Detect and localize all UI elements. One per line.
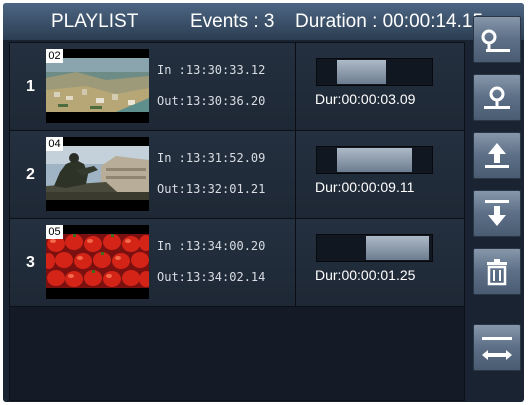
range-fill: [337, 148, 412, 172]
in-timecode: In :13:34:00.20: [157, 239, 266, 253]
total-duration: Duration : 00:00:14.15: [295, 11, 484, 32]
event-thumbnail[interactable]: 04: [46, 137, 149, 211]
event-list: 1 02 In :13:30:33.12 Out:13:30:36.20 Dur…: [9, 42, 465, 401]
event-thumbnail[interactable]: 05: [46, 225, 149, 299]
clip-badge: 04: [46, 137, 63, 151]
column-divider: [295, 219, 296, 306]
set-out-button[interactable]: [473, 74, 521, 121]
event-duration: Dur:00:00:03.09: [315, 91, 416, 107]
events-count: Events : 3: [190, 11, 275, 32]
trim-button[interactable]: [473, 324, 521, 371]
range-fill: [337, 60, 386, 84]
playlist-title: PLAYLIST: [51, 11, 139, 32]
event-number: 3: [26, 254, 35, 271]
move-up-button[interactable]: [473, 132, 521, 179]
event-number: 2: [26, 166, 35, 183]
range-fill: [366, 236, 429, 260]
event-number: 1: [26, 78, 35, 95]
in-timecode: In :13:31:52.09: [157, 151, 266, 165]
clip-badge: 02: [46, 49, 63, 63]
event-row[interactable]: 1 02 In :13:30:33.12 Out:13:30:36.20 Dur…: [10, 43, 464, 131]
set-out-icon: [484, 86, 510, 109]
event-duration: Dur:00:00:09.11: [315, 179, 415, 195]
playlist-header: PLAYLIST Events : 3 Duration : 00:00:14.…: [3, 3, 524, 40]
event-duration: Dur:00:00:01.25: [315, 267, 416, 283]
column-divider: [295, 43, 296, 130]
aerial-city-image: [46, 58, 149, 112]
red-peppers-image: [46, 234, 149, 288]
move-down-icon: [485, 200, 509, 226]
move-up-icon: [485, 143, 509, 168]
statue-image: [46, 146, 149, 200]
move-down-button[interactable]: [473, 190, 521, 237]
out-timecode: Out:13:30:36.20: [157, 94, 266, 108]
event-row[interactable]: 2 04 In :13:31:52.09 Out:13:32:01.21 Dur…: [10, 131, 464, 219]
playlist-panel: PLAYLIST Events : 3 Duration : 00:00:14.…: [3, 3, 524, 402]
clip-badge: 05: [46, 225, 63, 239]
out-timecode: Out:13:32:01.21: [157, 182, 266, 196]
column-divider: [295, 131, 296, 218]
event-row[interactable]: 3 05 In:13:34:00.20 Out:13:34:02.14 Dur…: [10, 219, 464, 307]
range-bar[interactable]: [316, 146, 433, 174]
set-in-icon: [481, 29, 510, 52]
trim-icon: [482, 337, 512, 360]
in-timecode: In :13:30:33.12: [157, 63, 266, 77]
set-in-button[interactable]: [473, 16, 521, 63]
range-bar[interactable]: [316, 234, 433, 262]
trash-icon: [487, 259, 507, 286]
delete-button[interactable]: [473, 248, 521, 295]
out-timecode: Out:13:34:02.14: [157, 270, 266, 284]
event-thumbnail[interactable]: 02: [46, 49, 149, 123]
range-bar[interactable]: [316, 58, 433, 86]
